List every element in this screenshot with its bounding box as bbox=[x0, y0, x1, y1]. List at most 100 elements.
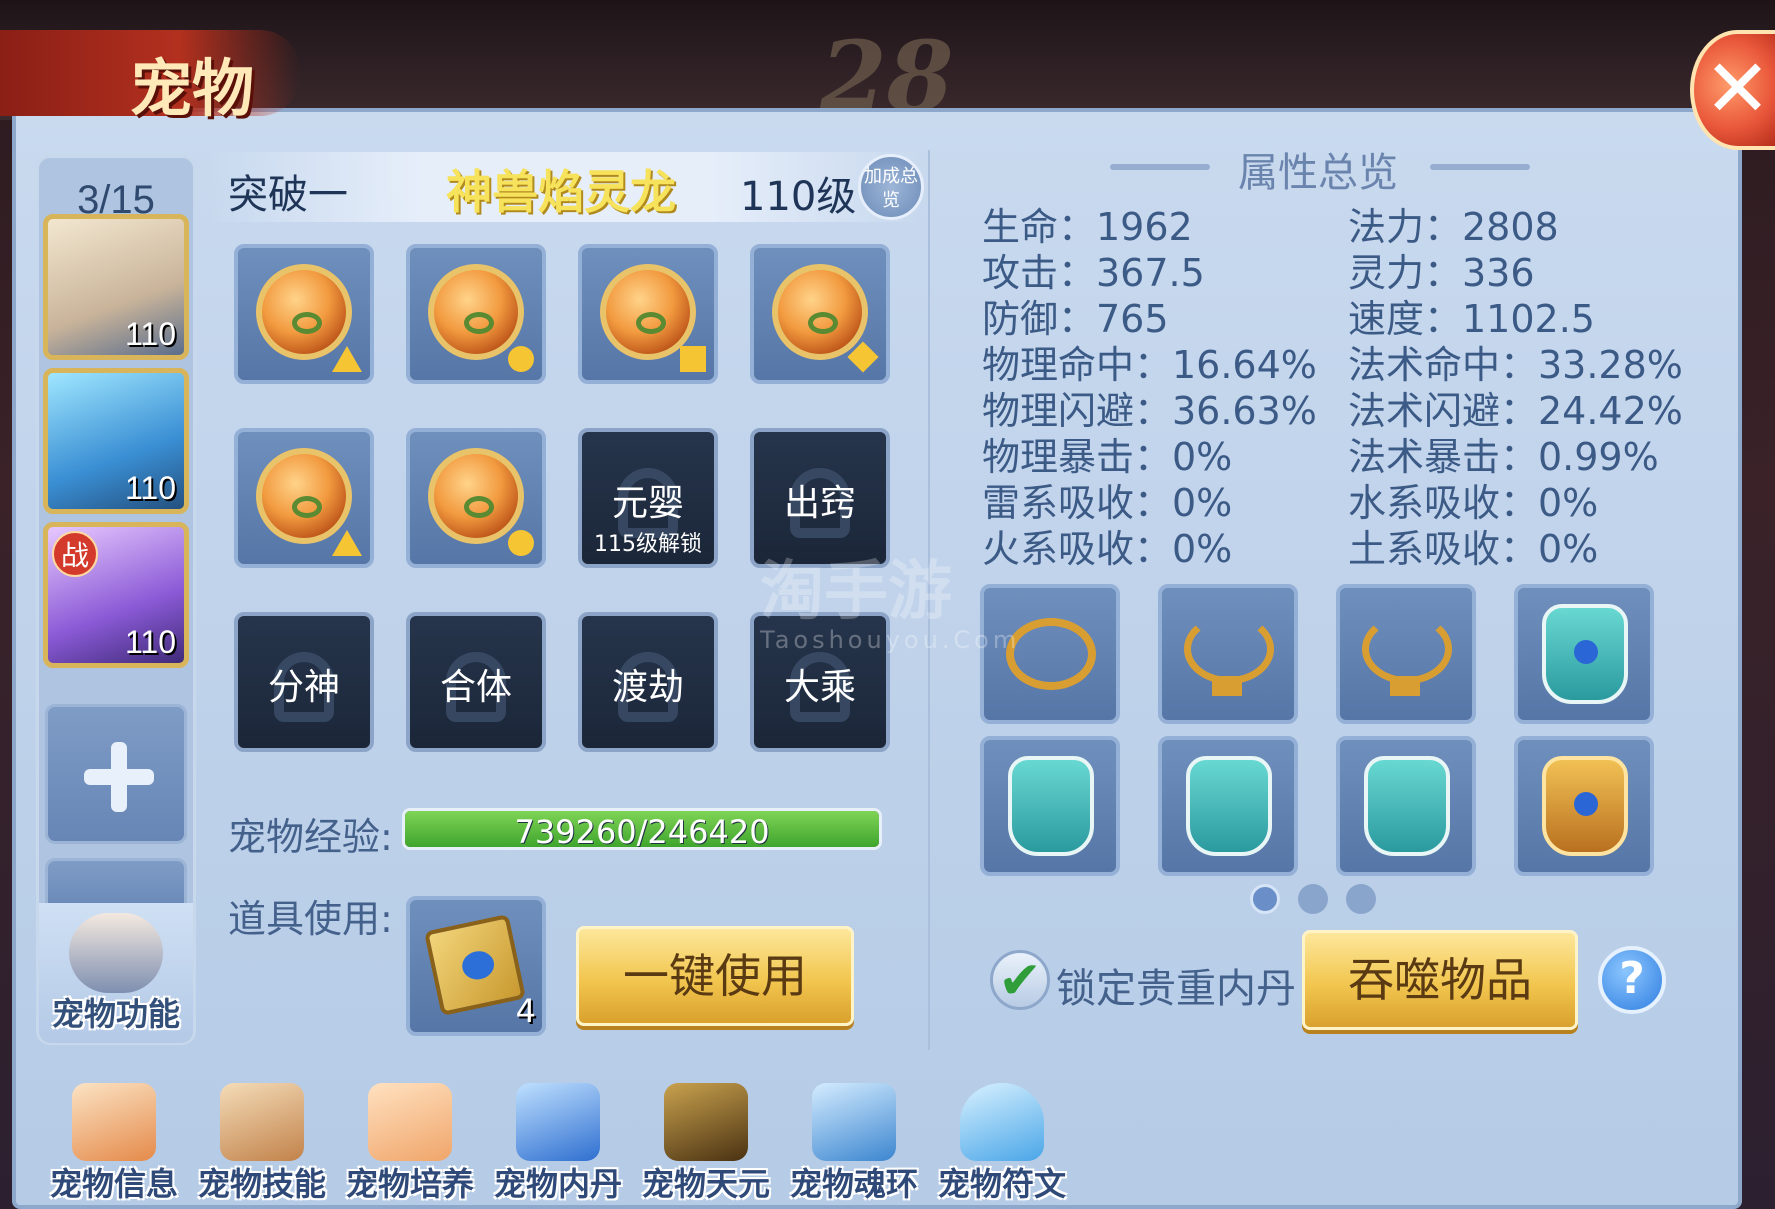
pet-slot-1[interactable]: 110 bbox=[43, 214, 189, 360]
equip-slot-3[interactable] bbox=[1336, 584, 1476, 724]
scrolls-icon bbox=[220, 1083, 304, 1161]
nav-pet-skills[interactable]: 宠物技能 bbox=[192, 1075, 332, 1203]
neidan-slot-2[interactable] bbox=[406, 244, 546, 384]
nav-label: 宠物培养 bbox=[345, 1165, 474, 1203]
nav-label: 宠物魂环 bbox=[789, 1165, 918, 1203]
equip-slot-4[interactable] bbox=[1514, 584, 1654, 724]
help-button[interactable]: ? bbox=[1598, 946, 1666, 1014]
nav-label: 宠物信息 bbox=[49, 1165, 178, 1203]
locked-slot-dujie[interactable]: 渡劫 bbox=[578, 612, 718, 752]
neidan-slot-5[interactable] bbox=[234, 428, 374, 568]
nav-label: 宠物符文 bbox=[937, 1165, 1066, 1203]
exp-label: 宠物经验: bbox=[228, 815, 393, 859]
locked-slot-fenshen[interactable]: 分神 bbox=[234, 612, 374, 752]
fox-upgrade-icon bbox=[368, 1083, 452, 1161]
triangle-mark-icon bbox=[332, 530, 362, 556]
locked-slot-label: 出窍 bbox=[783, 483, 856, 524]
locked-slot-label: 合体 bbox=[439, 667, 512, 708]
pet-level: 110 bbox=[124, 624, 176, 660]
nav-pet-info[interactable]: 宠物信息 bbox=[44, 1075, 184, 1203]
armor-icon bbox=[1008, 756, 1094, 856]
square-mark-icon bbox=[680, 346, 706, 372]
circle-mark-icon bbox=[508, 530, 534, 556]
close-button[interactable]: ✕ bbox=[1690, 30, 1775, 150]
nav-pet-rune[interactable]: 宠物符文 bbox=[932, 1075, 1072, 1203]
exp-value: 739260/246420 bbox=[514, 813, 770, 850]
equip-slot-6[interactable] bbox=[1158, 736, 1298, 876]
watermark-sub: Taoshouyou.Com bbox=[760, 626, 1021, 654]
pet-name: 神兽焰灵龙 bbox=[446, 165, 676, 219]
nav-label: 宠物技能 bbox=[197, 1165, 326, 1203]
nav-pet-neidan[interactable]: 宠物内丹 bbox=[488, 1075, 628, 1203]
equip-slot-7[interactable] bbox=[1336, 736, 1476, 876]
exp-book-item[interactable]: 4 bbox=[406, 896, 546, 1036]
attr-earth-absorb: 土系吸收：0% bbox=[1348, 527, 1599, 571]
vine-icon bbox=[464, 496, 494, 518]
close-icon: ✕ bbox=[1703, 42, 1772, 135]
equip-slot-8[interactable] bbox=[1514, 736, 1654, 876]
equip-slot-5[interactable] bbox=[980, 736, 1120, 876]
item-use-label: 道具使用: bbox=[228, 897, 393, 941]
lock-valuable-label: 锁定贵重内丹 bbox=[1056, 966, 1296, 1012]
equip-slot-2[interactable] bbox=[1158, 584, 1298, 724]
breakthrough-label: 突破一 bbox=[228, 172, 348, 218]
crystal-icon bbox=[960, 1083, 1044, 1161]
title-ornament-right bbox=[1430, 164, 1530, 170]
vine-icon bbox=[808, 312, 838, 334]
pet-level: 110 bbox=[124, 470, 176, 506]
pet-slot-2[interactable]: 110 bbox=[43, 368, 189, 514]
nav-label: 宠物天元 bbox=[641, 1165, 770, 1203]
locked-slot-yuanying[interactable]: 元婴 115级解锁 bbox=[578, 428, 718, 568]
vine-icon bbox=[292, 312, 322, 334]
nav-label: 宠物内丹 bbox=[493, 1165, 622, 1203]
locked-slot-label: 渡劫 bbox=[611, 667, 684, 708]
exp-book-icon bbox=[423, 913, 527, 1017]
locked-slot-label: 元婴 bbox=[611, 483, 684, 524]
scroll-icon bbox=[72, 1083, 156, 1161]
neidan-slot-3[interactable] bbox=[578, 244, 718, 384]
nav-pet-training[interactable]: 宠物培养 bbox=[340, 1075, 480, 1203]
page-dot-3[interactable] bbox=[1346, 884, 1376, 914]
page-dot-2[interactable] bbox=[1298, 884, 1328, 914]
battle-badge: 战 bbox=[52, 531, 98, 577]
vine-icon bbox=[292, 496, 322, 518]
page-indicator bbox=[1250, 884, 1394, 918]
pet-level: 110 bbox=[124, 316, 176, 352]
page-dot-1[interactable] bbox=[1250, 884, 1280, 914]
armor-icon bbox=[1186, 756, 1272, 856]
bonus-overview-button[interactable]: 加成总览 bbox=[858, 154, 924, 220]
tiger-icon bbox=[812, 1083, 896, 1161]
plus-icon-bar bbox=[111, 742, 127, 812]
neidan-slot-6[interactable] bbox=[406, 428, 546, 568]
window-title: 宠物 bbox=[130, 52, 255, 125]
neidan-orb-icon bbox=[428, 264, 524, 360]
neidan-orb-icon bbox=[772, 264, 868, 360]
vine-icon bbox=[464, 312, 494, 334]
wolf-icon bbox=[516, 1083, 600, 1161]
watermark: 淘手游 bbox=[760, 555, 952, 629]
tassel-icon bbox=[1390, 676, 1420, 696]
armor-icon bbox=[1364, 756, 1450, 856]
one-key-use-button[interactable]: 一键使用 bbox=[576, 926, 854, 1026]
pet-group-icon bbox=[69, 913, 163, 993]
devour-items-button[interactable]: 吞噬物品 bbox=[1302, 930, 1578, 1030]
lock-checkbox[interactable]: ✔ bbox=[990, 950, 1050, 1010]
pet-slot-3[interactable]: 战 110 bbox=[43, 522, 189, 668]
necklace-icon bbox=[1184, 614, 1274, 684]
necklace-icon bbox=[1362, 614, 1452, 684]
pet-function-button[interactable]: 宠物功能 bbox=[39, 903, 193, 1043]
neidan-slot-1[interactable] bbox=[234, 244, 374, 384]
attr-fire-absorb: 火系吸收：0% bbox=[982, 527, 1233, 571]
add-pet-slot[interactable] bbox=[45, 704, 187, 844]
nav-pet-tianyuan[interactable]: 宠物天元 bbox=[636, 1075, 776, 1203]
locked-slot-label: 大乘 bbox=[783, 667, 856, 708]
gem-icon bbox=[1574, 792, 1598, 816]
armor-icon bbox=[1542, 604, 1628, 704]
unlock-requirement: 115级解锁 bbox=[594, 532, 702, 557]
locked-slot-heti[interactable]: 合体 bbox=[406, 612, 546, 752]
equip-slot-1[interactable] bbox=[980, 584, 1120, 724]
neidan-slot-4[interactable] bbox=[750, 244, 890, 384]
nav-pet-soul-ring[interactable]: 宠物魂环 bbox=[784, 1075, 924, 1203]
constellation-icon bbox=[664, 1083, 748, 1161]
circle-mark-icon bbox=[508, 346, 534, 372]
